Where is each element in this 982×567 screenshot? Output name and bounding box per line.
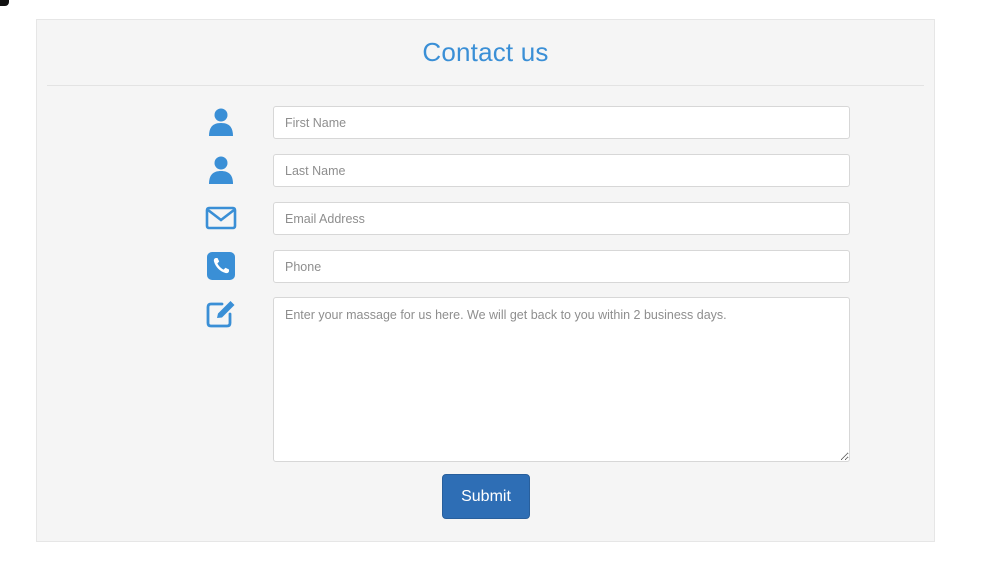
first-name-input[interactable]: [273, 106, 850, 139]
contact-form-panel: Contact us First Name Last Name Email Ad…: [36, 19, 935, 542]
form-title: Contact us: [422, 37, 549, 67]
message-textarea[interactable]: [273, 297, 850, 462]
form-header: Contact us: [47, 20, 924, 86]
user-icon: [203, 104, 239, 140]
pencil-square-icon: [203, 296, 239, 332]
last-name-input[interactable]: [273, 154, 850, 187]
phone-input[interactable]: [273, 250, 850, 283]
user-icon: [203, 152, 239, 188]
email-input[interactable]: [273, 202, 850, 235]
submit-button[interactable]: Submit: [442, 474, 530, 519]
edge-artifact: [0, 0, 9, 6]
envelope-icon: [203, 200, 239, 236]
phone-icon: [203, 248, 239, 284]
